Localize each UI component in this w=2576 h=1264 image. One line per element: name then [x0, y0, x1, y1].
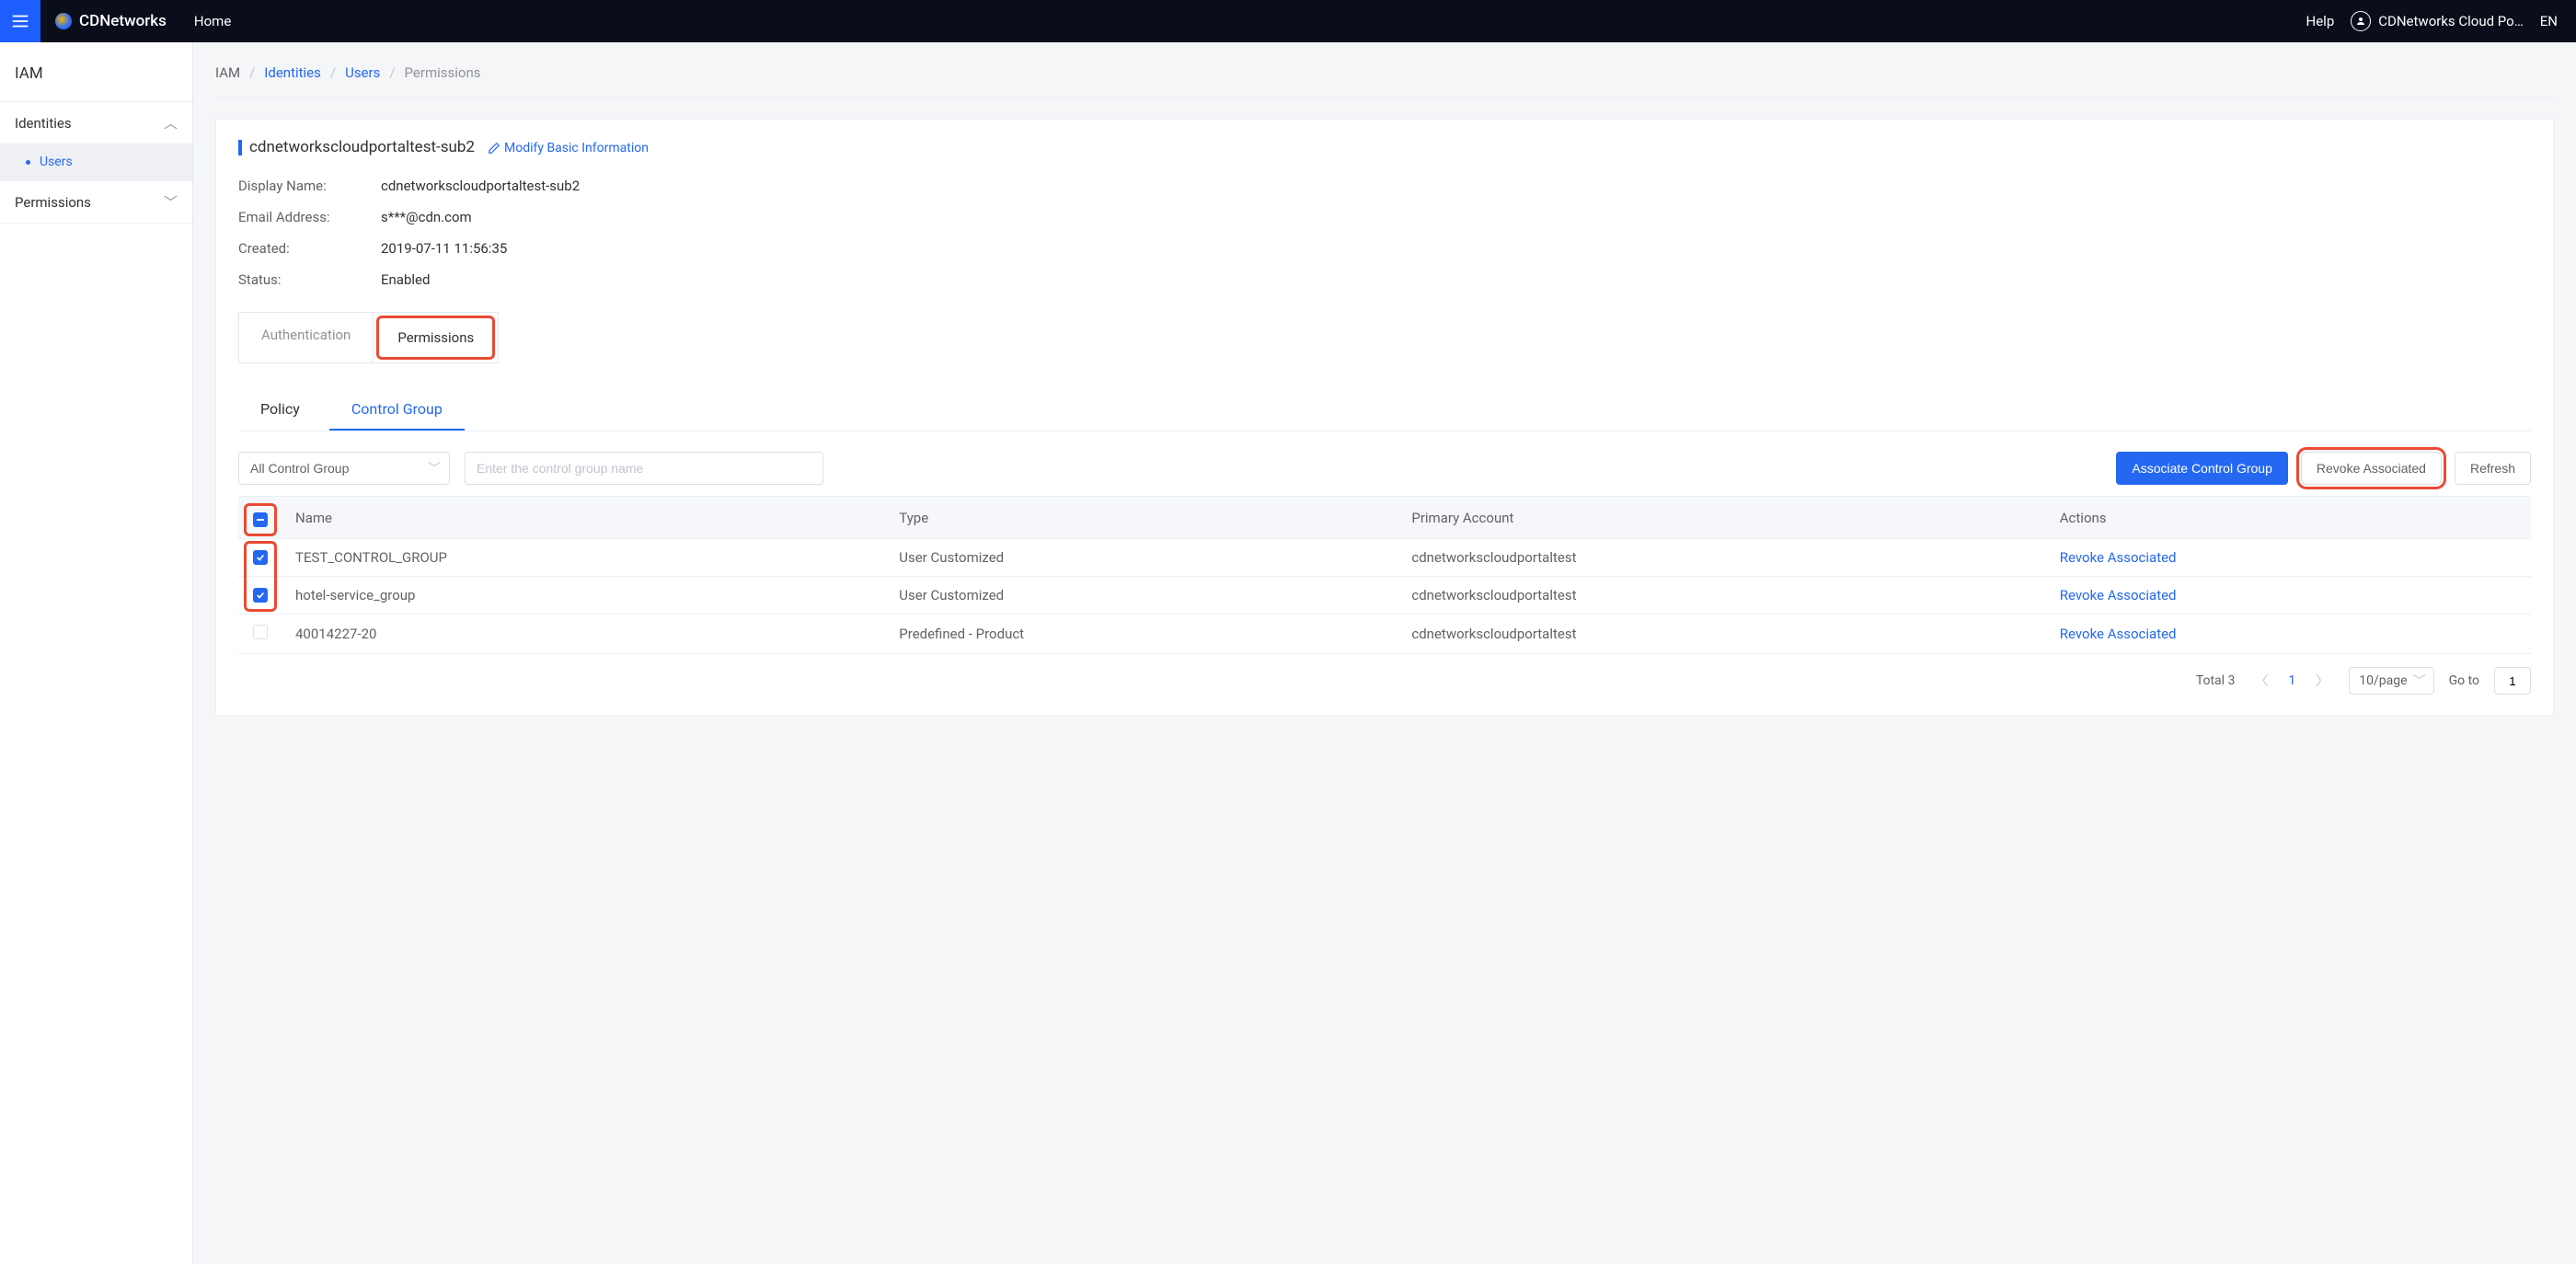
- cell-name: hotel-service_group: [282, 577, 886, 615]
- email-value: s***@cdn.com: [381, 209, 472, 225]
- display-name-label: Display Name:: [238, 178, 381, 194]
- avatar-icon: [2351, 11, 2371, 31]
- breadcrumb-root[interactable]: IAM: [215, 64, 240, 81]
- sidebar-group-label: Identities: [15, 115, 72, 132]
- filter-select[interactable]: ﹀: [238, 452, 450, 485]
- tab-permissions[interactable]: Permissions: [376, 316, 495, 360]
- breadcrumb-users[interactable]: Users: [345, 64, 380, 81]
- pager-current[interactable]: 1: [2288, 673, 2295, 688]
- modify-basic-info-link[interactable]: Modify Basic Information: [488, 141, 649, 155]
- revoke-associated-link[interactable]: Revoke Associated: [2060, 587, 2177, 603]
- bullet-icon: [26, 160, 30, 165]
- breadcrumb-sep: /: [389, 64, 395, 81]
- help-link[interactable]: Help: [2306, 13, 2335, 29]
- email-label: Email Address:: [238, 209, 381, 225]
- main-content: IAM / Identities / Users / Permissions c…: [193, 42, 2576, 1264]
- control-group-table: Name Type Primary Account Actions TEST_C…: [238, 496, 2531, 654]
- hamburger-icon: [10, 11, 30, 31]
- sidebar-group-permissions[interactable]: Permissions ﹀: [0, 181, 192, 223]
- table-row: 40014227-20Predefined - Productcdnetwork…: [238, 615, 2531, 654]
- logo-icon: [55, 13, 72, 29]
- revoke-associated-button[interactable]: Revoke Associated: [2301, 452, 2442, 485]
- pagination: Total 3 〈 1 〉 10/page ﹀ Go to: [238, 667, 2531, 695]
- top-header-right: Help CDNetworks Cloud Po… EN: [2306, 11, 2558, 31]
- created-value: 2019-07-11 11:56:35: [381, 240, 507, 257]
- pager-prev-button[interactable]: 〈: [2249, 672, 2273, 690]
- col-actions: Actions: [2047, 497, 2531, 539]
- modify-link-label: Modify Basic Information: [504, 141, 649, 155]
- pager-total: Total 3: [2196, 673, 2236, 688]
- sidebar-group-identities[interactable]: Identities ︿: [0, 102, 192, 144]
- filter-select-value[interactable]: [238, 452, 450, 485]
- display-name-value: cdnetworkscloudportaltest-sub2: [381, 178, 580, 194]
- col-primary: Primary Account: [1398, 497, 2046, 539]
- cell-type: User Customized: [886, 539, 1398, 577]
- tab-authentication[interactable]: Authentication: [239, 313, 374, 362]
- user-menu[interactable]: CDNetworks Cloud Po…: [2351, 11, 2524, 31]
- revoke-associated-link[interactable]: Revoke Associated: [2060, 549, 2177, 566]
- refresh-button[interactable]: Refresh: [2455, 452, 2531, 485]
- cell-primary: cdnetworkscloudportaltest: [1398, 539, 2046, 577]
- cell-primary: cdnetworkscloudportaltest: [1398, 577, 2046, 615]
- col-type: Type: [886, 497, 1398, 539]
- home-link[interactable]: Home: [181, 13, 244, 29]
- sidebar-group-label: Permissions: [15, 194, 91, 211]
- brand-name: CDNetworks: [79, 12, 167, 30]
- created-label: Created:: [238, 240, 381, 257]
- cell-name: TEST_CONTROL_GROUP: [282, 539, 886, 577]
- user-title: cdnetworkscloudportaltest-sub2: [238, 140, 475, 155]
- search-input[interactable]: [465, 452, 823, 485]
- cell-type: User Customized: [886, 577, 1398, 615]
- primary-tabs: Authentication Permissions: [238, 312, 499, 363]
- sidebar-item-users[interactable]: Users: [0, 144, 192, 180]
- status-label: Status:: [238, 271, 381, 288]
- cell-name: 40014227-20: [282, 615, 886, 654]
- cell-primary: cdnetworkscloudportaltest: [1398, 615, 2046, 654]
- table-wrap: Name Type Primary Account Actions TEST_C…: [238, 496, 2531, 654]
- sub-tabs: Policy Control Group: [238, 389, 2531, 431]
- breadcrumb-current: Permissions: [405, 64, 481, 81]
- sidebar: IAM Identities ︿ Users Permissions ﹀: [0, 42, 193, 1264]
- row-checkbox[interactable]: [253, 588, 268, 603]
- pager-goto-label: Go to: [2449, 673, 2479, 688]
- revoke-associated-link[interactable]: Revoke Associated: [2060, 626, 2177, 642]
- chevron-down-icon: ﹀: [2413, 672, 2426, 690]
- subtab-policy[interactable]: Policy: [238, 389, 322, 431]
- breadcrumb-sep: /: [330, 64, 336, 81]
- breadcrumb-sep: /: [249, 64, 255, 81]
- edit-icon: [488, 142, 500, 155]
- top-header-left: CDNetworks Home: [0, 0, 244, 42]
- pager-perpage-select[interactable]: 10/page ﹀: [2349, 667, 2433, 695]
- user-name-label: CDNetworks Cloud Po…: [2378, 13, 2524, 29]
- chevron-down-icon: ﹀: [164, 192, 178, 212]
- select-all-checkbox[interactable]: [253, 512, 268, 527]
- search-input-wrap: [465, 452, 823, 485]
- breadcrumb: IAM / Identities / Users / Permissions: [215, 64, 2554, 98]
- row-checkbox[interactable]: [253, 625, 268, 639]
- status-value: Enabled: [381, 271, 430, 288]
- sidebar-title: IAM: [0, 42, 192, 102]
- subtab-control-group[interactable]: Control Group: [329, 389, 465, 431]
- top-header: CDNetworks Home Help CDNetworks Cloud Po…: [0, 0, 2576, 42]
- cell-type: Predefined - Product: [886, 615, 1398, 654]
- table-row: TEST_CONTROL_GROUPUser Customizedcdnetwo…: [238, 539, 2531, 577]
- toolbar: ﹀ Associate Control Group Revoke Associa…: [238, 452, 2531, 485]
- pager-next-button[interactable]: 〉: [2310, 672, 2334, 690]
- pager-goto-input[interactable]: [2494, 667, 2531, 695]
- col-name: Name: [282, 497, 886, 539]
- pager-perpage-value: 10/page: [2359, 673, 2407, 688]
- row-checkbox[interactable]: [253, 550, 268, 565]
- sidebar-item-label: Users: [40, 155, 73, 169]
- language-toggle[interactable]: EN: [2540, 13, 2558, 29]
- table-row: hotel-service_groupUser Customizedcdnetw…: [238, 577, 2531, 615]
- associate-control-group-button[interactable]: Associate Control Group: [2116, 452, 2288, 485]
- breadcrumb-identities[interactable]: Identities: [264, 64, 321, 81]
- brand-logo[interactable]: CDNetworks: [40, 12, 181, 30]
- chevron-up-icon: ︿: [164, 113, 178, 132]
- detail-card: cdnetworkscloudportaltest-sub2 Modify Ba…: [215, 119, 2554, 716]
- menu-toggle-button[interactable]: [0, 0, 40, 42]
